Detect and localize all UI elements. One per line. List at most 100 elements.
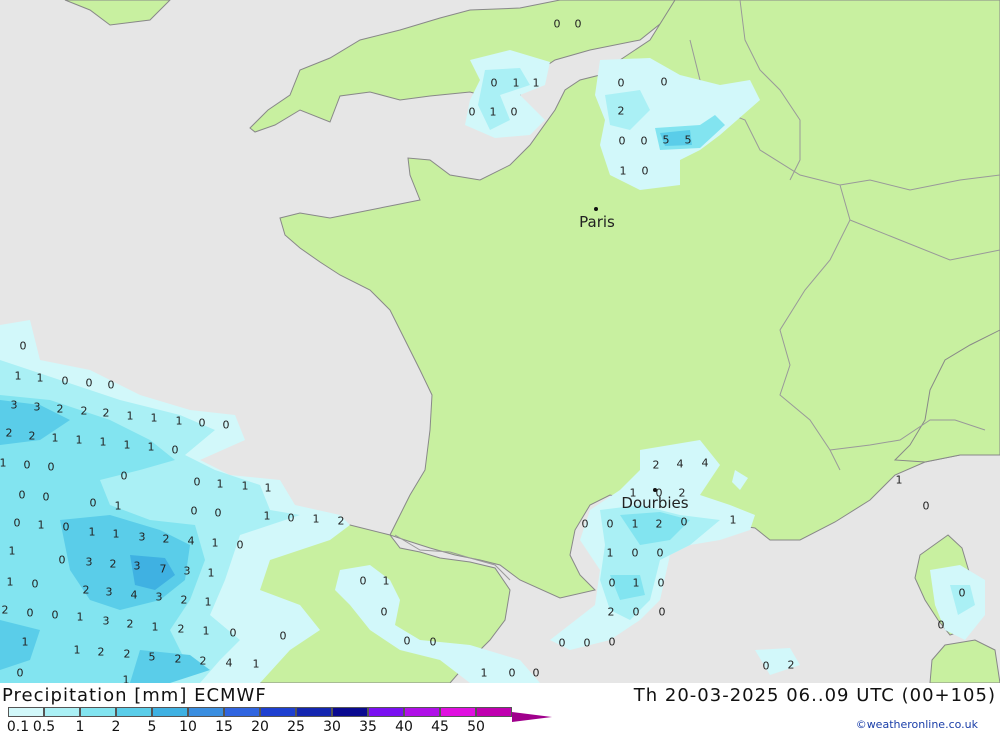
precip-value: 1: [151, 620, 159, 634]
precip-value: 1: [122, 673, 130, 684]
precip-value: 0: [42, 490, 50, 504]
precip-value: 1: [211, 536, 219, 550]
map-title: Precipitation [mm] ECMWF: [2, 685, 267, 706]
precip-value: 0: [583, 636, 591, 650]
precip-value: 0: [468, 105, 476, 119]
precip-value: 1: [37, 518, 45, 532]
precip-value: 2: [652, 458, 660, 472]
precip-value: 2: [109, 557, 117, 571]
precip-value: 0: [85, 376, 93, 390]
precipitation-map: 0001101000200551001100033222111002211111…: [0, 0, 1000, 683]
precip-value: 0: [558, 636, 566, 650]
precip-value: 4: [187, 534, 195, 548]
city-label-paris: Paris: [579, 213, 615, 231]
precip-value: 0: [171, 443, 179, 457]
precip-value: 1: [216, 477, 224, 491]
precip-value: 1: [312, 512, 320, 526]
legend-swatch: [188, 707, 224, 717]
map-footer: Precipitation [mm] ECMWF Th 20-03-2025 0…: [0, 683, 1000, 735]
precip-value: 0: [922, 499, 930, 513]
precip-value: 0: [631, 546, 639, 560]
precip-value: 5: [662, 133, 670, 147]
precip-value: 2: [617, 104, 625, 118]
legend-swatch: [512, 707, 552, 722]
precip-value: 0: [658, 605, 666, 619]
precip-value: 0: [222, 418, 230, 432]
precip-value: 1: [729, 513, 737, 527]
precip-value: 1: [114, 499, 122, 513]
precip-value: 1: [21, 635, 29, 649]
precip-value: 0: [553, 17, 561, 31]
map-canvas: [0, 0, 1000, 683]
precip-value: 0: [62, 520, 70, 534]
city-marker-dourbies: [653, 488, 657, 492]
precip-value: 2: [655, 517, 663, 531]
precip-value: 0: [229, 626, 237, 640]
precip-value: 0: [403, 634, 411, 648]
precip-value: 1: [207, 566, 215, 580]
precip-value: 1: [895, 473, 903, 487]
legend-swatch: [260, 707, 296, 717]
precip-value: 0: [617, 76, 625, 90]
precip-value: 0: [287, 511, 295, 525]
precip-value: 0: [508, 666, 516, 680]
precip-value: 0: [19, 339, 27, 353]
precip-value: 0: [51, 608, 59, 622]
precip-value: 2: [123, 647, 131, 661]
precip-value: 0: [532, 666, 540, 680]
precip-value: 0: [13, 516, 21, 530]
city-marker-paris: [594, 207, 598, 211]
precip-value: 3: [183, 564, 191, 578]
precip-value: 0: [632, 605, 640, 619]
precip-value: 0: [380, 605, 388, 619]
precip-value: 0: [120, 469, 128, 483]
credit-link[interactable]: ©weatheronline.co.uk: [856, 718, 978, 731]
precip-value: 0: [190, 504, 198, 518]
precip-value: 1: [75, 433, 83, 447]
legend-swatch: [296, 707, 332, 717]
precip-value: 0: [429, 635, 437, 649]
legend-swatch: [80, 707, 116, 717]
precip-value: 0: [26, 606, 34, 620]
precip-value: 3: [102, 614, 110, 628]
legend-swatch: [8, 707, 44, 717]
precip-value: 0: [657, 576, 665, 590]
precip-value: 0: [581, 517, 589, 531]
legend-swatch: [224, 707, 260, 717]
precip-value: 2: [337, 514, 345, 528]
precip-value: 2: [126, 617, 134, 631]
precip-value: 1: [88, 525, 96, 539]
precip-value: 0: [490, 76, 498, 90]
precip-value: 0: [762, 659, 770, 673]
precip-value: 0: [31, 577, 39, 591]
precip-value: 0: [608, 635, 616, 649]
precip-value: 2: [5, 426, 13, 440]
precip-value: 1: [241, 479, 249, 493]
precip-value: 0: [107, 378, 115, 392]
precip-value: 1: [150, 411, 158, 425]
precip-value: 1: [263, 509, 271, 523]
legend-swatch: [332, 707, 368, 717]
precip-value: 3: [105, 585, 113, 599]
precip-value: 2: [174, 652, 182, 666]
precip-value: 1: [202, 624, 210, 638]
precip-value: 0: [198, 416, 206, 430]
city-label-dourbies: Dourbies: [621, 494, 689, 512]
precip-value: 1: [512, 76, 520, 90]
precip-value: 2: [199, 654, 207, 668]
legend-swatch: [440, 707, 476, 717]
precip-value: 1: [175, 414, 183, 428]
precip-value: 0: [618, 134, 626, 148]
precip-value: 0: [236, 538, 244, 552]
precip-value: 1: [123, 438, 131, 452]
precip-value: 1: [99, 435, 107, 449]
precip-value: 1: [532, 76, 540, 90]
precip-value: 0: [18, 488, 26, 502]
run-info: Th 20-03-2025 06..09 UTC (00+105): [633, 685, 996, 706]
precip-value: 2: [102, 406, 110, 420]
precip-value: 2: [162, 532, 170, 546]
precip-value: 0: [606, 517, 614, 531]
precip-value: 1: [6, 575, 14, 589]
legend-swatch: [116, 707, 152, 717]
legend-swatch: [152, 707, 188, 717]
